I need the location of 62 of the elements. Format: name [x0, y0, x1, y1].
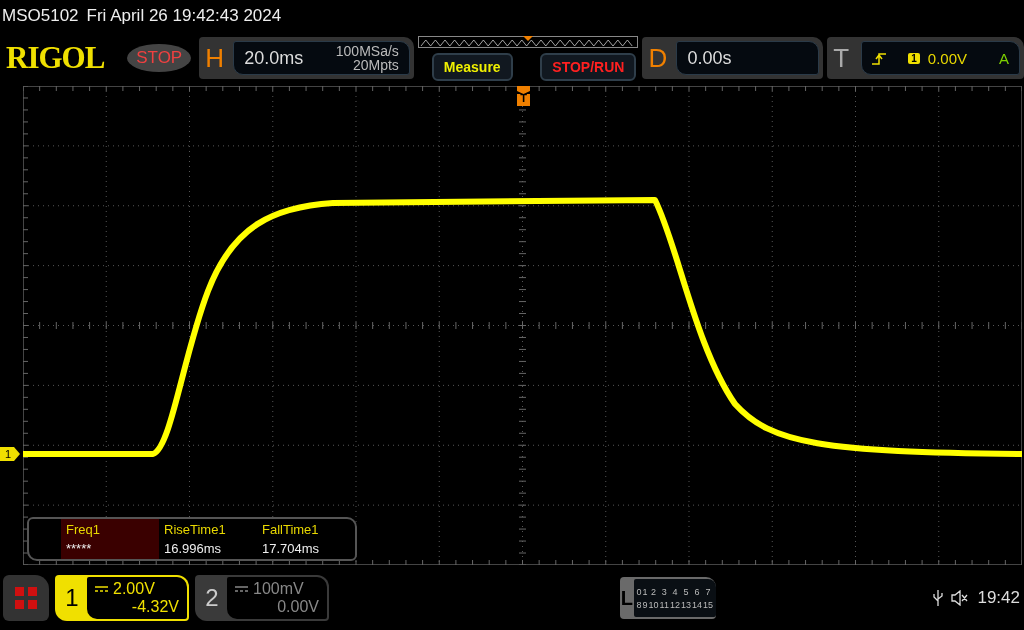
model-name: MSO5102: [2, 6, 79, 26]
timebase-value: 20.0ms: [244, 47, 304, 69]
trigger-source-badge: 1: [908, 52, 920, 64]
delay-value: 0.00s: [687, 47, 732, 69]
logic-bit: 6: [693, 586, 701, 597]
logic-bit: 1: [642, 586, 648, 597]
horizontal-panel[interactable]: H 20.0ms 100MSa/s 20Mpts: [199, 37, 414, 79]
channel-marker[interactable]: 1: [0, 447, 20, 461]
delay-panel[interactable]: D 0.00s: [642, 37, 824, 79]
logic-bit: 2: [650, 586, 658, 597]
memory-depth: 20Mpts: [352, 58, 399, 72]
logic-bit: 15: [703, 599, 713, 610]
measurement-value: *****: [66, 541, 93, 556]
rising-edge-icon: [872, 51, 887, 65]
measurement-name: Freq1: [66, 522, 101, 537]
logic-bit: 8: [636, 599, 642, 610]
measurement-value: 17.704ms: [262, 541, 321, 556]
menu-button[interactable]: [3, 575, 49, 621]
usb-icon: [933, 589, 944, 607]
logic-bit: 3: [660, 586, 668, 597]
channel-offset: -4.32V: [131, 598, 179, 616]
horizontal-label: H: [205, 42, 225, 74]
channel-scale: 2.00V: [113, 580, 155, 598]
channel-offset: 0.00V: [277, 598, 319, 616]
logic-bit: 10: [648, 599, 659, 610]
channel-number: 2: [204, 584, 220, 612]
logic-bit: 7: [704, 586, 712, 597]
logic-bit: 11: [659, 599, 669, 610]
logic-bit: 12: [669, 599, 680, 610]
measurement-name: RiseTime1: [164, 522, 227, 537]
clock-time: 19:42: [977, 588, 1020, 608]
channel-panel[interactable]: 2 100mV 0.00V: [195, 575, 329, 621]
measure-button[interactable]: Measure: [431, 52, 513, 81]
logic-bit: 14: [691, 599, 702, 610]
measurement-item[interactable]: FallTime1 17.704ms: [257, 519, 355, 559]
logic-bit: 9: [642, 599, 648, 610]
mute-icon[interactable]: [951, 590, 970, 606]
measurement-item[interactable]: RiseTime1 16.996ms: [159, 519, 257, 559]
logic-bit: 5: [682, 586, 690, 597]
delay-label: D: [648, 42, 669, 74]
measurement-value: 16.996ms: [164, 541, 223, 556]
logic-label: L: [620, 586, 634, 610]
sample-rate: 100MSa/s: [335, 44, 399, 58]
channel-scale: 100mV: [253, 580, 304, 598]
dc-coupling-icon: [235, 586, 248, 592]
channel-panel[interactable]: 1 2.00V -4.32V: [55, 575, 189, 621]
date-time: Fri April 26 19:42:43 2024: [86, 6, 282, 26]
trigger-label: T: [833, 42, 851, 74]
menu-icon: [15, 587, 37, 609]
channel-number: 1: [64, 584, 80, 612]
trigger-panel[interactable]: T 1 0.00V A: [827, 37, 1024, 79]
dc-coupling-icon: [95, 586, 108, 592]
trigger-mode: A: [999, 49, 1009, 67]
trigger-level: 0.00V: [927, 49, 967, 67]
logic-bit: 4: [671, 586, 679, 597]
stop-run-button[interactable]: STOP/RUN: [540, 52, 637, 81]
measurement-item[interactable]: Freq1 *****: [61, 519, 159, 559]
logic-bit: 13: [680, 599, 691, 610]
brand-logo: RIGOL: [5, 40, 106, 76]
logic-bit: 0: [636, 586, 642, 597]
measurement-name: FallTime1: [262, 522, 320, 537]
trigger-position-marker[interactable]: T: [517, 86, 530, 106]
